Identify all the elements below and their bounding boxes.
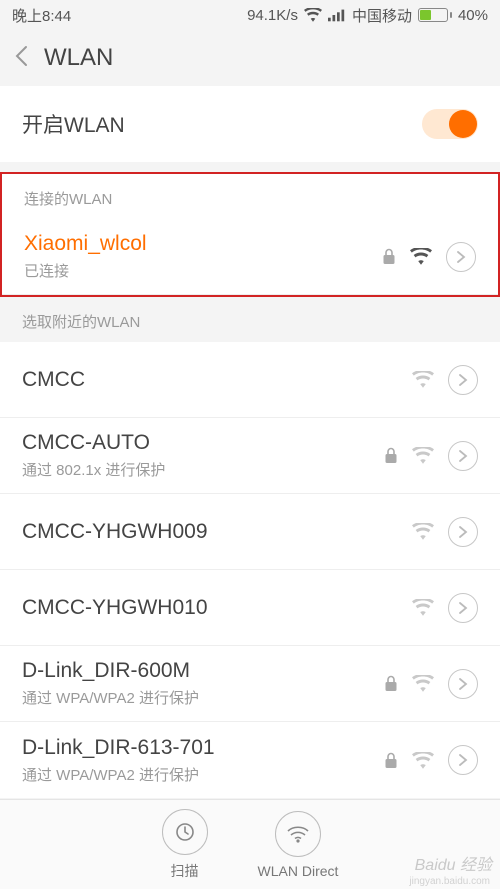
network-name: D-Link_DIR-613-701	[22, 736, 384, 760]
network-sub: 通过 WPA/WPA2 进行保护	[22, 764, 384, 785]
network-row[interactable]: CMCC-YHGWH009	[0, 494, 500, 570]
connected-network-row[interactable]: Xiaomi_wlcol 已连接	[2, 219, 498, 295]
wifi-signal-icon	[410, 248, 432, 265]
wifi-signal-icon	[412, 599, 434, 616]
lock-icon	[382, 248, 396, 265]
network-name: CMCC-YHGWH010	[22, 596, 412, 620]
wlan-direct-button[interactable]: WLAN Direct	[258, 811, 339, 879]
back-icon[interactable]	[14, 45, 28, 72]
network-row[interactable]: D-Link_DIR-613-701 通过 WPA/WPA2 进行保护	[0, 722, 500, 798]
network-name: CMCC-AUTO	[22, 431, 384, 455]
network-sub: 通过 802.1x 进行保护	[22, 459, 384, 480]
signal-icon	[328, 8, 346, 22]
network-row[interactable]: CMCC-YHGWH010	[0, 570, 500, 646]
status-battery-pct: 40%	[458, 7, 488, 24]
detail-icon[interactable]	[448, 365, 478, 395]
wifi-signal-icon	[412, 447, 434, 464]
wlan-direct-icon	[275, 811, 321, 857]
connected-network-status: 已连接	[24, 260, 382, 281]
scan-icon	[162, 809, 208, 855]
screen-header: WLAN	[0, 30, 500, 86]
network-sub: 通过 WPA/WPA2 进行保护	[22, 687, 384, 708]
wifi-signal-icon	[412, 371, 434, 388]
watermark-sub: jingyan.baidu.com	[409, 876, 490, 887]
page-title: WLAN	[44, 44, 113, 72]
wlan-toggle-row[interactable]: 开启WLAN	[0, 86, 500, 162]
connected-network-name: Xiaomi_wlcol	[24, 232, 382, 256]
wlan-toggle[interactable]	[422, 109, 478, 139]
lock-icon	[384, 675, 398, 692]
connected-wlan-highlight: 连接的WLAN Xiaomi_wlcol 已连接	[0, 172, 500, 297]
wifi-signal-icon	[412, 675, 434, 692]
wlan-toggle-label: 开启WLAN	[22, 109, 422, 139]
nearby-section-header: 选取附近的WLAN	[0, 297, 500, 342]
scan-label: 扫描	[171, 861, 199, 881]
network-name: CMCC	[22, 368, 412, 392]
detail-icon[interactable]	[448, 517, 478, 547]
network-row[interactable]: CMCC	[0, 342, 500, 418]
detail-icon[interactable]	[446, 242, 476, 272]
network-row[interactable]: D-Link_DIR-600M 通过 WPA/WPA2 进行保护	[0, 646, 500, 722]
watermark: Baidu 经验	[415, 851, 492, 875]
wlan-direct-label: WLAN Direct	[258, 863, 339, 879]
network-name: D-Link_DIR-600M	[22, 659, 384, 683]
status-speed: 94.1K/s	[247, 7, 298, 24]
lock-icon	[384, 752, 398, 769]
detail-icon[interactable]	[448, 669, 478, 699]
wifi-icon	[304, 8, 322, 22]
nearby-network-list: CMCC CMCC-AUTO 通过 802.1x 进行保护 CMCC-YHGWH009…	[0, 342, 500, 798]
status-carrier: 中国移动	[352, 5, 412, 26]
lock-icon	[384, 447, 398, 464]
network-name: CMCC-YHGWH009	[22, 520, 412, 544]
status-time: 晚上8:44	[12, 5, 71, 26]
wifi-signal-icon	[412, 752, 434, 769]
status-bar: 晚上8:44 94.1K/s 中国移动 40%	[0, 0, 500, 30]
detail-icon[interactable]	[448, 593, 478, 623]
detail-icon[interactable]	[448, 745, 478, 775]
network-row[interactable]: CMCC-AUTO 通过 802.1x 进行保护	[0, 418, 500, 494]
battery-icon	[418, 8, 452, 22]
wifi-signal-icon	[412, 523, 434, 540]
detail-icon[interactable]	[448, 441, 478, 471]
connected-section-header: 连接的WLAN	[2, 174, 498, 219]
wlan-toggle-section: 开启WLAN	[0, 86, 500, 162]
scan-button[interactable]: 扫描	[162, 809, 208, 881]
